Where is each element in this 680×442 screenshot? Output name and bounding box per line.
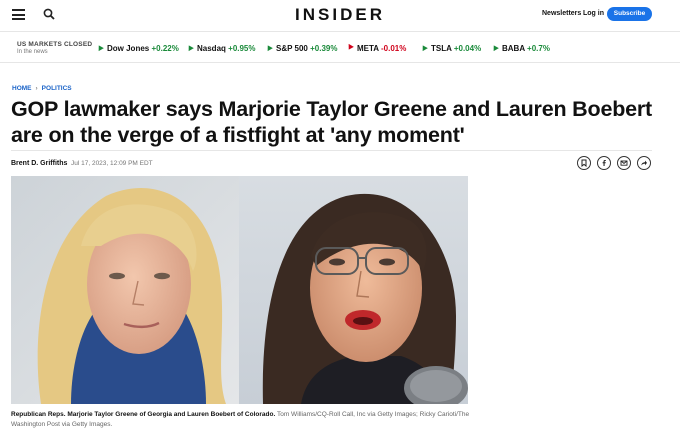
- breadcrumb-home[interactable]: HOME: [12, 85, 32, 92]
- byline: Brent D. Griffiths Jul 17, 2023, 12:09 P…: [11, 150, 652, 176]
- newsletters-link[interactable]: Newsletters: [542, 10, 581, 17]
- ticker-change: +0.7%: [527, 44, 550, 53]
- chevron-right-icon: ›: [35, 85, 38, 92]
- share-icon[interactable]: [637, 156, 651, 170]
- ticker-name: META: [357, 44, 379, 53]
- caption-text: Republican Reps. Marjorie Taylor Greene …: [11, 411, 276, 418]
- article-hero-image: [11, 176, 468, 404]
- email-icon[interactable]: [617, 156, 631, 170]
- ticker-item[interactable]: META -0.01%: [346, 43, 407, 53]
- ticker-change: +0.04%: [453, 44, 482, 53]
- ticker-name: S&P 500: [276, 44, 308, 53]
- arrow-up-icon: [491, 43, 499, 52]
- ticker-name: Nasdaq: [197, 44, 226, 53]
- site-header: INSIDER Newsletters Log in Subscribe: [0, 0, 680, 32]
- ticker-name: Dow Jones: [107, 44, 150, 53]
- publish-date: Jul 17, 2023, 12:09 PM EDT: [71, 160, 153, 167]
- ticker-item[interactable]: Nasdaq +0.95%: [186, 43, 256, 53]
- ticker-name: TSLA: [431, 44, 452, 53]
- author-link[interactable]: Brent D. Griffiths: [11, 160, 67, 167]
- ticker-item[interactable]: BABA +0.7%: [491, 43, 550, 53]
- ticker-change: +0.39%: [310, 44, 338, 53]
- ticker-change: +0.22%: [151, 44, 179, 53]
- markets-ticker: US MARKETS CLOSED In the news Dow Jones …: [0, 33, 680, 63]
- article-headline: GOP lawmaker says Marjorie Taylor Greene…: [11, 97, 653, 147]
- ticker-change: -0.01%: [381, 44, 407, 53]
- arrow-up-icon: [265, 43, 273, 52]
- markets-status: US MARKETS CLOSED: [17, 41, 93, 48]
- markets-subtitle: In the news: [17, 49, 48, 55]
- arrow-up-icon: [186, 43, 194, 52]
- subscribe-button[interactable]: Subscribe: [607, 7, 652, 21]
- ticker-item[interactable]: TSLA +0.04%: [420, 43, 482, 53]
- ticker-item[interactable]: Dow Jones +0.22%: [96, 43, 179, 53]
- arrow-up-icon: [96, 43, 104, 52]
- bookmark-icon[interactable]: [577, 156, 591, 170]
- ticker-change: +0.95%: [228, 44, 256, 53]
- login-link[interactable]: Log in: [583, 10, 604, 17]
- arrow-up-icon: [420, 43, 428, 52]
- breadcrumb: HOME › POLITICS: [12, 85, 72, 92]
- image-caption: Republican Reps. Marjorie Taylor Greene …: [11, 410, 481, 430]
- facebook-icon[interactable]: [597, 156, 611, 170]
- ticker-name: BABA: [502, 44, 525, 53]
- arrow-down-icon: [346, 43, 354, 52]
- ticker-item[interactable]: S&P 500 +0.39%: [265, 43, 338, 53]
- breadcrumb-section[interactable]: POLITICS: [42, 85, 72, 92]
